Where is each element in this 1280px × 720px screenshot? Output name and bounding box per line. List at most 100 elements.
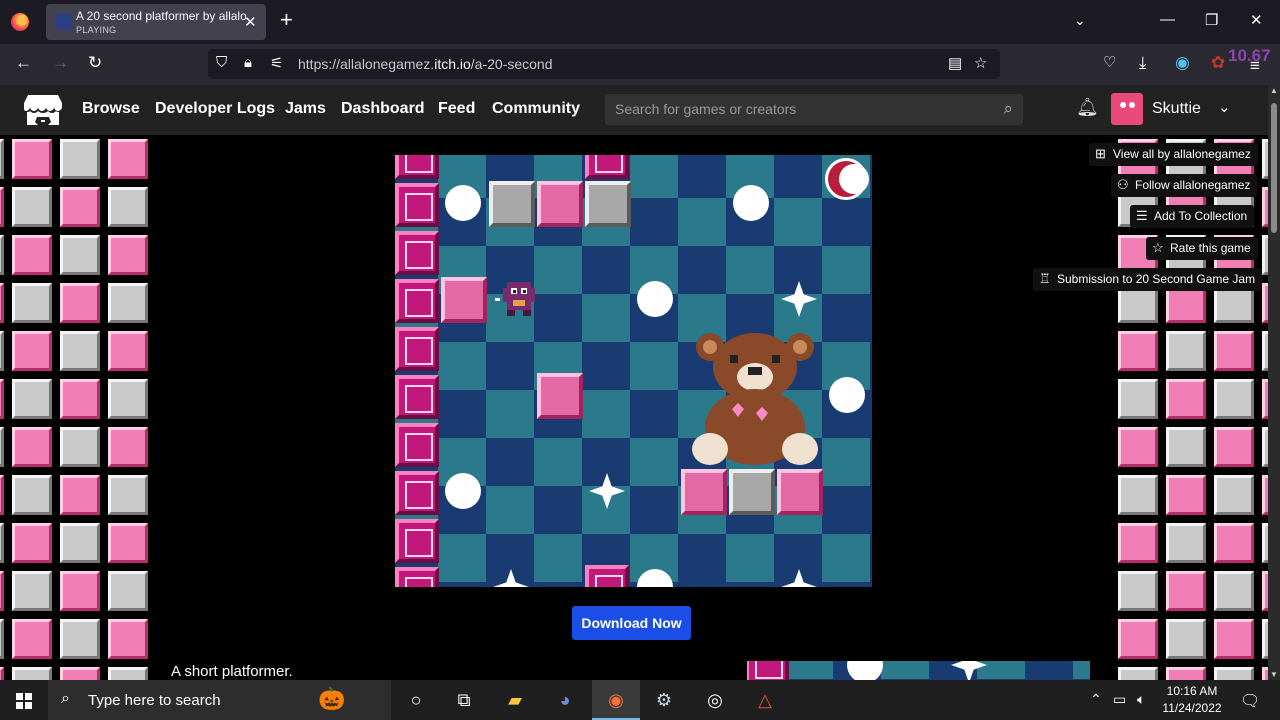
pattern-tile (0, 235, 4, 275)
pattern-tile (60, 667, 100, 680)
game-screenshot-thumbnail[interactable] (747, 661, 1090, 680)
scroll-thumb[interactable] (1271, 103, 1277, 233)
pattern-tile (1166, 571, 1206, 611)
pattern-tile (12, 667, 52, 680)
pattern-tile (108, 283, 148, 323)
permissions-icon[interactable]: ⚟ (270, 54, 283, 72)
network-icon[interactable]: ▭ (1113, 691, 1126, 708)
reader-view-icon[interactable]: ▤ (948, 54, 962, 72)
lock-icon[interactable]: 🔒︎ (244, 54, 252, 71)
pattern-tile (0, 523, 4, 563)
volume-icon[interactable]: 🔈︎ (1137, 691, 1145, 708)
wall-block (395, 155, 439, 179)
checker-cell (822, 438, 870, 486)
tab-title: A 20 second platformer by allalonegamez (76, 9, 246, 23)
tab-close-icon[interactable]: ✕ (244, 13, 257, 31)
nav-browse[interactable]: Browse (82, 100, 140, 118)
nav-dashboard[interactable]: Dashboard (341, 100, 425, 118)
pattern-tile (0, 475, 4, 515)
view-all-button[interactable]: ⊞ View all by allalonegamez (1089, 143, 1258, 166)
list-all-tabs-chevron-icon[interactable]: ⌄ (1074, 12, 1086, 29)
forward-arrow-icon[interactable]: → (52, 53, 69, 73)
steam-icon[interactable]: ⚙ (651, 688, 677, 712)
notifications-bell-icon[interactable]: 🔔︎ (1076, 97, 1099, 118)
new-tab-plus-icon[interactable]: + (280, 9, 293, 31)
pattern-tile (108, 475, 148, 515)
aseprite-icon[interactable]: △ (752, 688, 778, 712)
bookmark-star-icon[interactable]: ☆ (974, 54, 987, 72)
download-icon[interactable]: ⤓ (1139, 53, 1147, 73)
user-avatar[interactable] (1111, 93, 1143, 125)
pattern-tile (1214, 523, 1254, 563)
background-pattern-left (0, 135, 150, 680)
pattern-tile (0, 283, 4, 323)
game-canvas[interactable] (395, 155, 872, 587)
user-menu-chevron-icon[interactable]: ⌄ (1218, 98, 1231, 116)
menu-hamburger-icon[interactable]: ≡ (1250, 56, 1260, 76)
pattern-tile (1118, 427, 1158, 467)
back-arrow-icon[interactable]: ← (15, 53, 32, 73)
browser-tab[interactable]: A 20 second platformer by allalonegamez … (46, 4, 266, 40)
nav-jams[interactable]: Jams (285, 100, 326, 118)
windows-start-icon[interactable] (16, 693, 32, 709)
obs-icon[interactable]: ◎ (702, 688, 728, 712)
download-now-button[interactable]: Download Now (572, 606, 691, 640)
search-icon[interactable]: ⌕ (1003, 99, 1013, 119)
url-bar[interactable]: ⛉ 🔒︎ ⚟ https://allalonegamez.itch.io/a-2… (208, 49, 1000, 79)
extension-2-icon[interactable]: ✿ (1211, 53, 1225, 73)
window-restore-icon[interactable]: ❐ (1205, 11, 1218, 29)
pattern-tile (1214, 619, 1254, 659)
pattern-tile (1166, 619, 1206, 659)
add-to-collection-button[interactable]: ☰ Add To Collection (1130, 205, 1255, 228)
tracking-shield-icon[interactable]: ⛉ (216, 54, 227, 71)
taskbar-clock-time[interactable]: 10:16 AM (1160, 684, 1224, 698)
file-explorer-icon[interactable]: ▰ (502, 688, 528, 712)
firefox-icon[interactable] (11, 13, 29, 31)
game-block (777, 469, 823, 515)
tab-favicon-icon (56, 14, 72, 30)
itch-search-input[interactable]: Search for games or creators ⌕ (605, 94, 1023, 125)
page-scrollbar[interactable]: ▲ ▼ (1268, 85, 1280, 680)
browser-nav-bar: ← → ↻ ⛉ 🔒︎ ⚟ https://allalonegamez.itch.… (0, 44, 1280, 85)
follow-button[interactable]: ⚇ Follow allalonegamez (1111, 174, 1258, 197)
task-view-icon[interactable]: ⧉ (451, 688, 477, 712)
taskbar-search-box[interactable]: ⌕ Type here to search 🎃 (48, 680, 391, 720)
pattern-tile (12, 619, 52, 659)
nav-developer-logs[interactable]: Developer Logs (155, 100, 275, 118)
pattern-tile (1118, 379, 1158, 419)
wall-block (395, 519, 439, 563)
notification-center-icon[interactable]: 🗨︎ (1240, 691, 1260, 711)
pocket-icon[interactable]: ♡ (1103, 53, 1116, 71)
pattern-tile (1262, 235, 1268, 275)
checker-cell (822, 534, 870, 582)
pattern-tile (12, 475, 52, 515)
username[interactable]: Skuttie (1152, 100, 1201, 118)
cortana-icon[interactable]: ○ (403, 688, 429, 712)
thumb-cell (1073, 661, 1090, 679)
playlist-add-icon: ☰ (1136, 208, 1148, 223)
pattern-tile (12, 331, 52, 371)
pattern-tile (12, 139, 52, 179)
nav-feed[interactable]: Feed (438, 100, 475, 118)
taskbar-clock-date[interactable]: 11/24/2022 (1158, 701, 1226, 715)
extension-icon[interactable]: ◉ (1175, 53, 1190, 73)
pattern-tile (108, 235, 148, 275)
discord-icon[interactable]: ◕ (552, 688, 578, 712)
search-placeholder: Search for games or creators (615, 101, 797, 117)
pattern-tile (1262, 571, 1268, 611)
window-minimize-icon[interactable]: — (1160, 11, 1175, 28)
scroll-down-icon[interactable]: ▼ (1270, 670, 1278, 679)
firefox-taskbar-icon[interactable]: ◉ (603, 688, 629, 712)
tray-overflow-chevron-icon[interactable]: ⌃ (1090, 691, 1102, 708)
pattern-tile (12, 283, 52, 323)
itch-logo-icon[interactable] (24, 93, 62, 127)
rate-game-button[interactable]: ☆ Rate this game (1146, 237, 1258, 260)
window-close-icon[interactable]: ✕ (1250, 11, 1263, 29)
url-text[interactable]: https://allalonegamez.itch.io/a-20-secon… (298, 56, 553, 72)
jam-submission-link[interactable]: ♖ Submission to 20 Second Game Jam (1033, 268, 1263, 291)
nav-community[interactable]: Community (492, 100, 580, 118)
reload-icon[interactable]: ↻ (88, 53, 102, 73)
store-icon: ⊞ (1095, 146, 1106, 161)
scroll-up-icon[interactable]: ▲ (1270, 86, 1278, 95)
pattern-tile (1166, 379, 1206, 419)
